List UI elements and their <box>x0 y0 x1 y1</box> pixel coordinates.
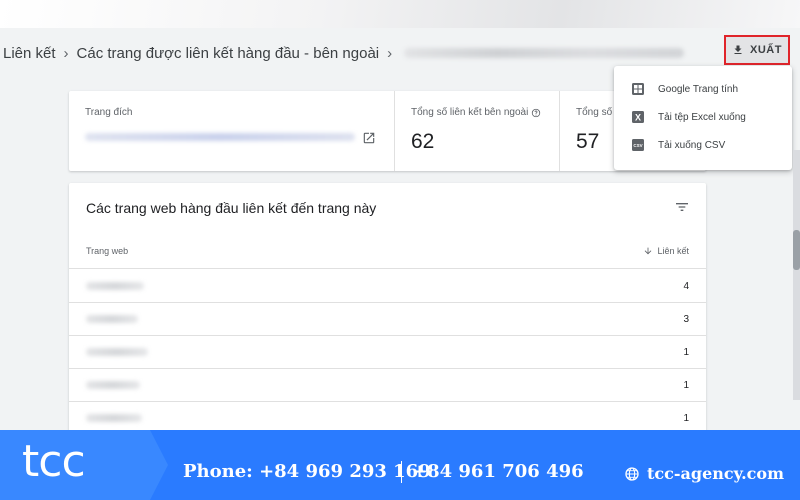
chevron-right-icon: › <box>387 44 393 62</box>
breadcrumb-top-linked-pages[interactable]: Các trang được liên kết hàng đầu - bên n… <box>69 45 388 62</box>
breadcrumb-links[interactable]: Liên kết <box>0 45 64 62</box>
scrollbar-track[interactable] <box>793 150 800 400</box>
external-links-label-text: Tổng số liên kết bên ngoài <box>411 107 529 118</box>
external-links-cell: Tổng số liên kết bên ngoài 62 <box>395 91 560 171</box>
links-count: 4 <box>683 280 689 292</box>
menu-item-label: Tải tệp Excel xuống <box>658 111 746 123</box>
svg-text:CSV: CSV <box>633 143 642 148</box>
target-page-cell: Trang đích <box>69 91 395 171</box>
external-links-value: 62 <box>411 130 435 153</box>
target-page-blurred-url <box>85 133 355 141</box>
csv-icon: CSV <box>632 139 644 151</box>
sheets-icon <box>632 83 644 95</box>
tcc-logo: tcc <box>22 436 86 487</box>
breadcrumb-blurred-url <box>404 48 685 58</box>
links-count: 1 <box>683 346 689 358</box>
links-count: 1 <box>683 379 689 391</box>
site-blurred <box>86 381 140 389</box>
site-blurred <box>86 282 144 290</box>
footer-divider <box>401 461 402 483</box>
top-linking-sites-card: Các trang web hàng đầu liên kết đến tran… <box>69 183 706 443</box>
download-icon <box>734 45 742 54</box>
table-title: Các trang web hàng đầu liên kết đến tran… <box>86 200 377 216</box>
svg-text:X: X <box>635 113 641 123</box>
site-blurred <box>86 414 142 422</box>
menu-item-label: Google Trang tính <box>658 83 739 95</box>
target-page-label: Trang đích <box>85 107 133 118</box>
open-in-new-icon[interactable] <box>362 131 376 145</box>
filter-icon[interactable] <box>674 199 690 215</box>
table-header: Trang web Liên kết <box>69 233 706 269</box>
footer-phone-primary: Phone: +84 969 293 169 <box>183 461 431 482</box>
scrollbar-thumb[interactable] <box>793 230 800 270</box>
menu-item-csv[interactable]: CSV Tải xuống CSV <box>614 131 792 159</box>
table-row[interactable]: 1 <box>69 336 706 369</box>
table-row[interactable]: 4 <box>69 270 706 303</box>
table-row[interactable]: 3 <box>69 303 706 336</box>
footer-website-label: tcc-agency.com <box>647 464 784 483</box>
column-header-site[interactable]: Trang web <box>86 246 128 256</box>
site-blurred <box>86 315 138 323</box>
arrow-down-icon <box>645 247 652 254</box>
footer-phone-secondary: +84 961 706 496 <box>412 461 584 482</box>
footer-website: tcc-agency.com <box>624 464 784 483</box>
help-icon[interactable] <box>531 108 541 118</box>
globe-icon <box>625 466 639 481</box>
menu-item-google-sheets[interactable]: Google Trang tính <box>614 75 792 103</box>
column-header-links[interactable]: Liên kết <box>643 246 689 256</box>
footer-banner: tcc Phone: +84 969 293 169 +84 961 706 4… <box>0 430 800 500</box>
menu-item-excel[interactable]: X Tải tệp Excel xuống <box>614 103 792 131</box>
summary-card: Trang đích Tổng số liên kết bên ngoài 62… <box>69 91 706 171</box>
table-row[interactable]: 1 <box>69 369 706 402</box>
links-count: 1 <box>683 412 689 424</box>
top-banner <box>0 0 800 28</box>
column-header-links-label: Liên kết <box>657 245 689 256</box>
export-menu: Google Trang tính X Tải tệp Excel xuống … <box>614 66 792 170</box>
excel-icon: X <box>632 111 644 123</box>
external-links-label: Tổng số liên kết bên ngoài <box>411 107 543 118</box>
menu-item-label: Tải xuống CSV <box>658 139 726 151</box>
site-blurred <box>86 348 148 356</box>
export-button-label: XUẤT <box>750 44 782 56</box>
export-button[interactable]: XUẤT <box>724 35 790 65</box>
links-count: 3 <box>683 313 689 325</box>
